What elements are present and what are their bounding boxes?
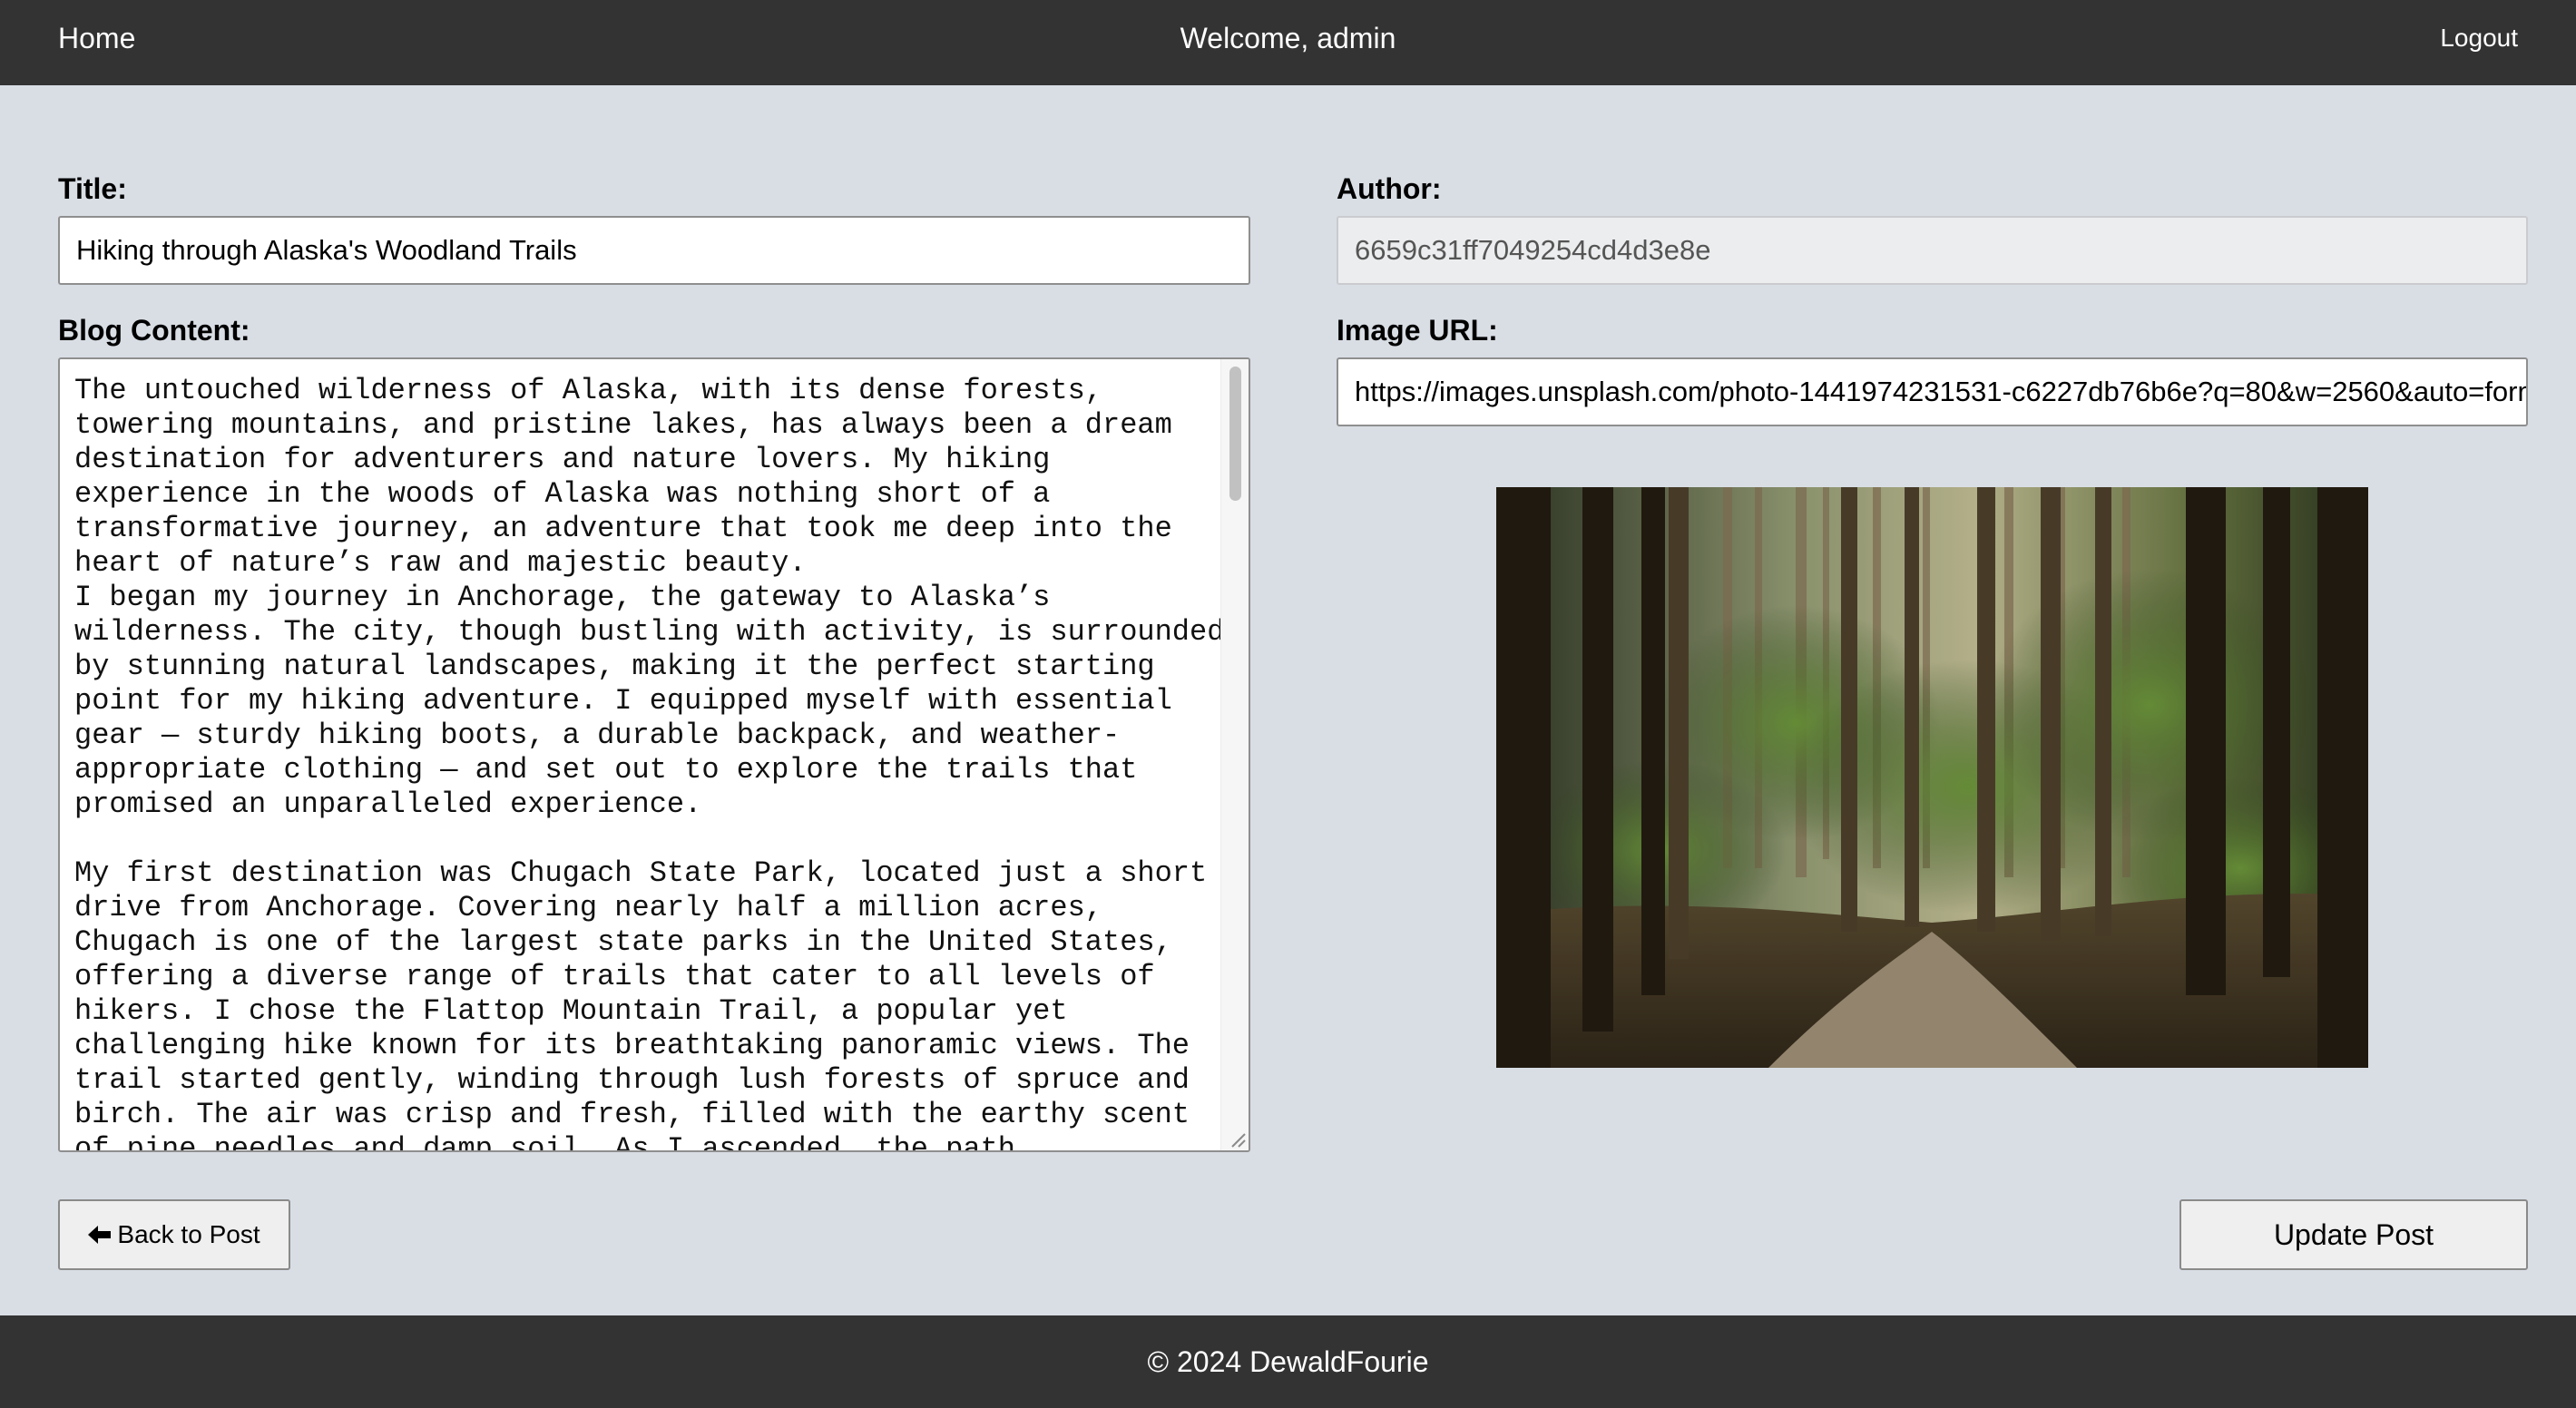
author-input: 6659c31ff7049254cd4d3e8e bbox=[1337, 216, 2528, 285]
title-input[interactable]: Hiking through Alaska's Woodland Trails bbox=[58, 216, 1250, 285]
back-to-post-button[interactable]: Back to Post bbox=[58, 1199, 290, 1270]
update-post-button[interactable]: Update Post bbox=[2179, 1199, 2528, 1270]
blog-content-text[interactable]: The untouched wilderness of Alaska, with… bbox=[74, 374, 1227, 1150]
post-image-preview bbox=[1496, 487, 2368, 1068]
arrow-left-icon bbox=[88, 1225, 112, 1245]
blog-content-label: Blog Content: bbox=[58, 314, 250, 347]
logout-link[interactable]: Logout bbox=[2440, 24, 2518, 53]
image-url-label: Image URL: bbox=[1337, 314, 1498, 347]
back-to-post-label: Back to Post bbox=[117, 1220, 260, 1248]
update-post-label: Update Post bbox=[2273, 1217, 2434, 1251]
textarea-scrollbar[interactable] bbox=[1220, 359, 1249, 1150]
footer-copyright: © 2024 DewaldFourie bbox=[1147, 1344, 1429, 1378]
blog-content-textarea[interactable]: The untouched wilderness of Alaska, with… bbox=[58, 357, 1250, 1152]
resize-grip-icon[interactable] bbox=[1229, 1130, 1247, 1149]
top-nav-bar: Home Welcome, admin Logout bbox=[0, 0, 2576, 85]
title-label: Title: bbox=[58, 172, 127, 205]
footer: © 2024 DewaldFourie bbox=[0, 1315, 2576, 1408]
image-url-input[interactable]: https://images.unsplash.com/photo-144197… bbox=[1337, 357, 2528, 426]
scrollbar-thumb[interactable] bbox=[1229, 367, 1241, 501]
author-label: Author: bbox=[1337, 172, 1442, 205]
welcome-message: Welcome, admin bbox=[1180, 22, 1396, 54]
